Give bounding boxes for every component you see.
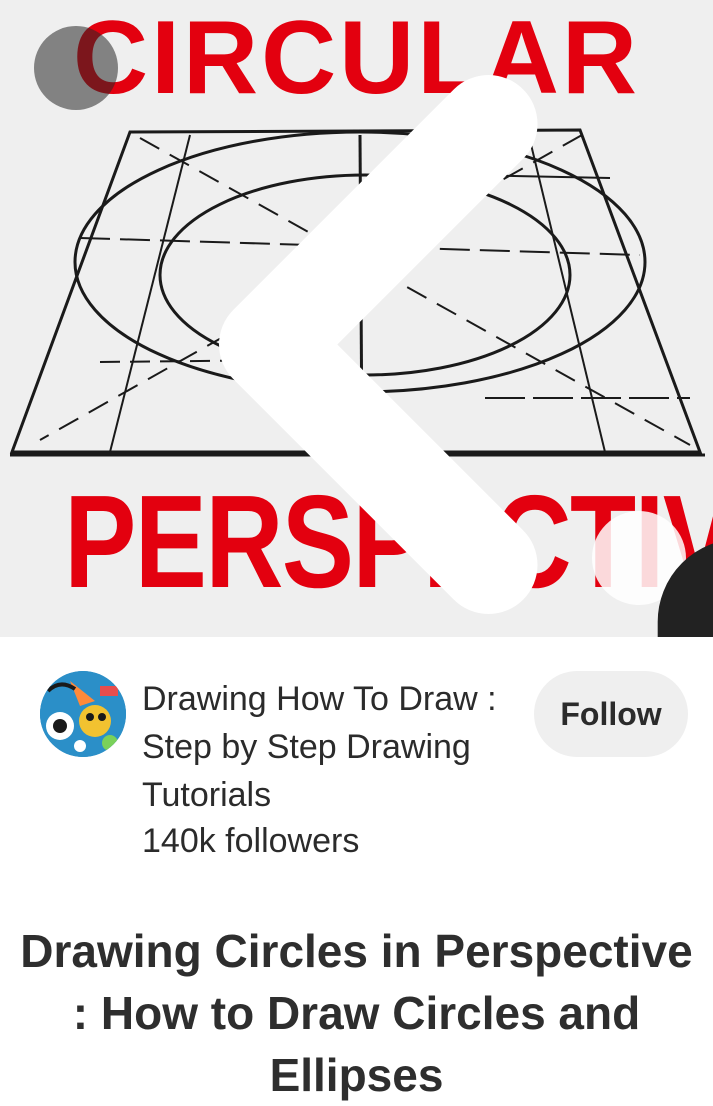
pin-image[interactable]: CIRCULAR PERSPECTIVE [0,0,713,637]
back-button[interactable] [34,26,538,614]
creator-avatar[interactable] [40,671,126,757]
lens-search-icon [657,543,713,637]
follower-count: 140k followers [142,822,360,860]
visual-search-button[interactable] [592,511,713,637]
pin-title: Drawing Circles in Perspective : How to … [20,925,693,1101]
creator-section: Drawing How To Draw : Step by Step Drawi… [0,637,713,887]
creator-name[interactable]: Drawing How To Draw : Step by Step Drawi… [142,675,522,819]
follow-button[interactable]: Follow [534,671,688,757]
avatar-image [40,671,126,757]
